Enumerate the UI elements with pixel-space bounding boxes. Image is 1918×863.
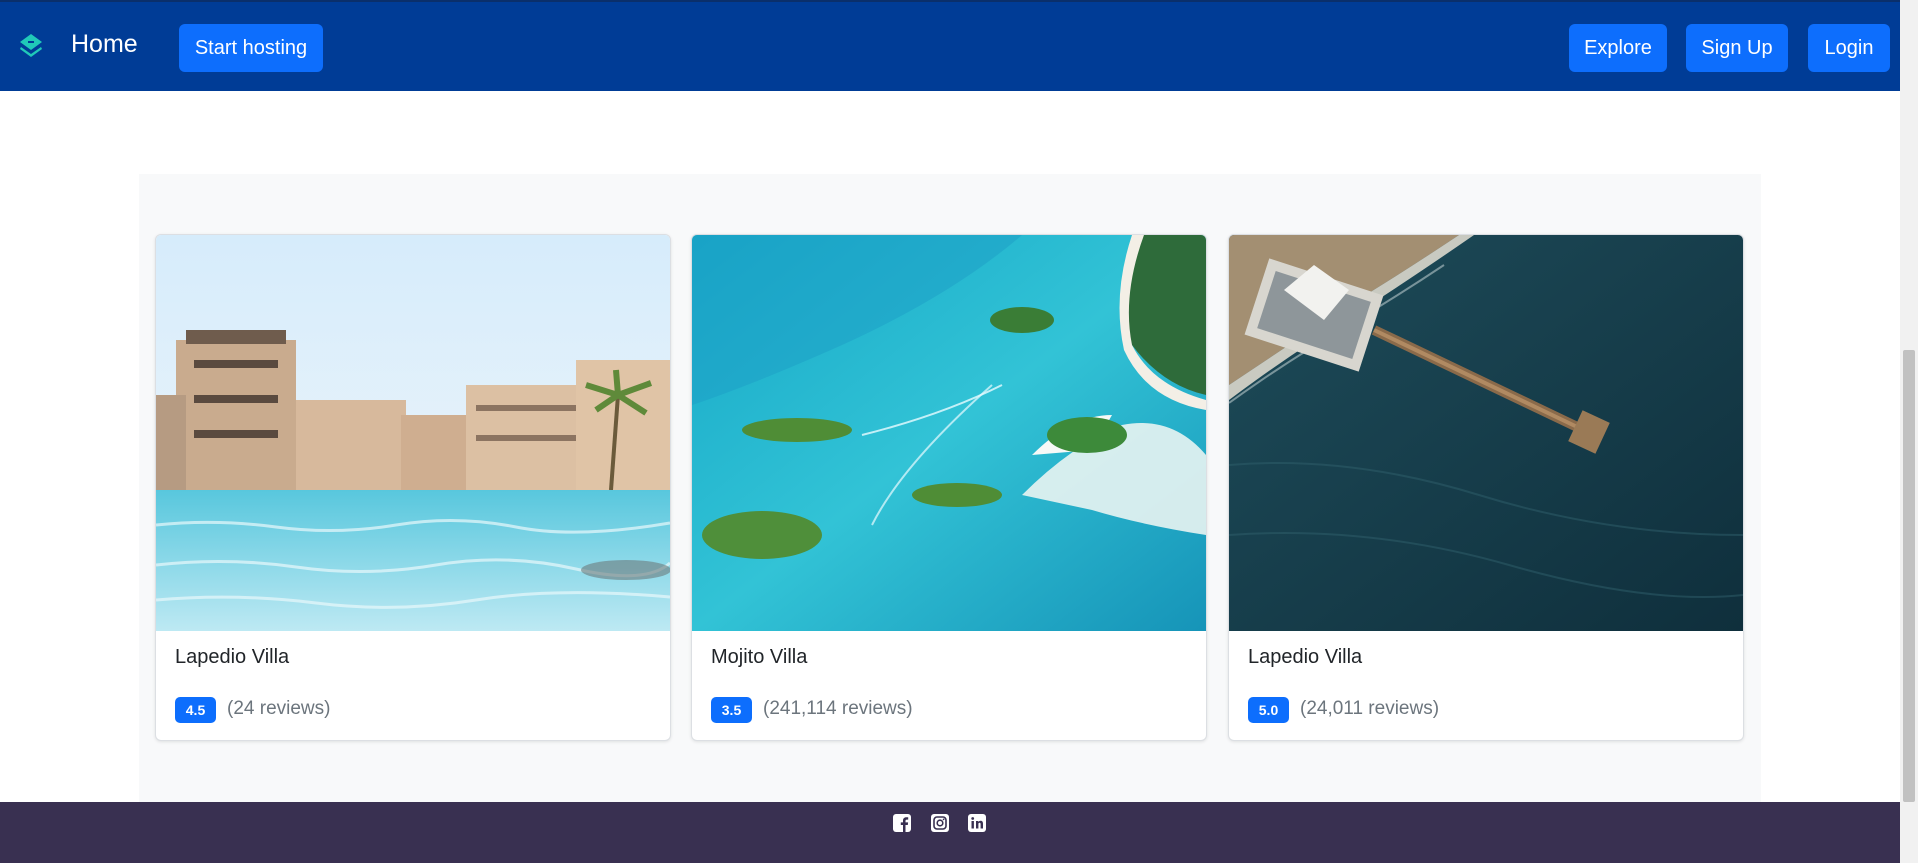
start-hosting-button[interactable]: Start hosting (179, 24, 323, 72)
instagram-icon[interactable] (930, 813, 950, 833)
ocean-pier-aerial-photo[interactable] (1229, 235, 1743, 631)
home-link[interactable]: Home (71, 30, 138, 59)
listing-card[interactable]: Lapedio Villa 5.0 (24,011 reviews) (1228, 234, 1744, 741)
listing-name[interactable]: Lapedio Villa (1248, 646, 1362, 669)
tropical-lagoon-aerial-photo[interactable] (692, 235, 1206, 631)
explore-button[interactable]: Explore (1569, 24, 1667, 72)
listing-card[interactable]: Mojito Villa 3.5 (241,114 reviews) (691, 234, 1207, 741)
listing-name[interactable]: Lapedio Villa (175, 646, 289, 669)
login-button[interactable]: Login (1808, 24, 1890, 72)
luxury-resort-pool-photo[interactable] (156, 235, 670, 631)
review-count: (24,011 reviews) (1300, 698, 1440, 719)
layers-diamond-icon[interactable] (17, 33, 45, 61)
rating-badge: 3.5 (711, 697, 752, 723)
rating-badge: 5.0 (1248, 697, 1289, 723)
footer (0, 802, 1900, 863)
linkedin-icon[interactable] (967, 813, 987, 833)
review-count: (241,114 reviews) (763, 698, 913, 719)
listing-name[interactable]: Mojito Villa (711, 646, 807, 669)
rating-badge: 4.5 (175, 697, 216, 723)
sign-up-button[interactable]: Sign Up (1686, 24, 1788, 72)
listing-card[interactable]: Lapedio Villa 4.5 (24 reviews) (155, 234, 671, 741)
page-scrollbar[interactable] (1900, 0, 1918, 863)
top-navbar: Home Start hosting Explore Sign Up Login (0, 0, 1900, 91)
scrollbar-thumb[interactable] (1903, 350, 1915, 802)
facebook-icon[interactable] (892, 813, 912, 833)
review-count: (24 reviews) (227, 698, 331, 719)
